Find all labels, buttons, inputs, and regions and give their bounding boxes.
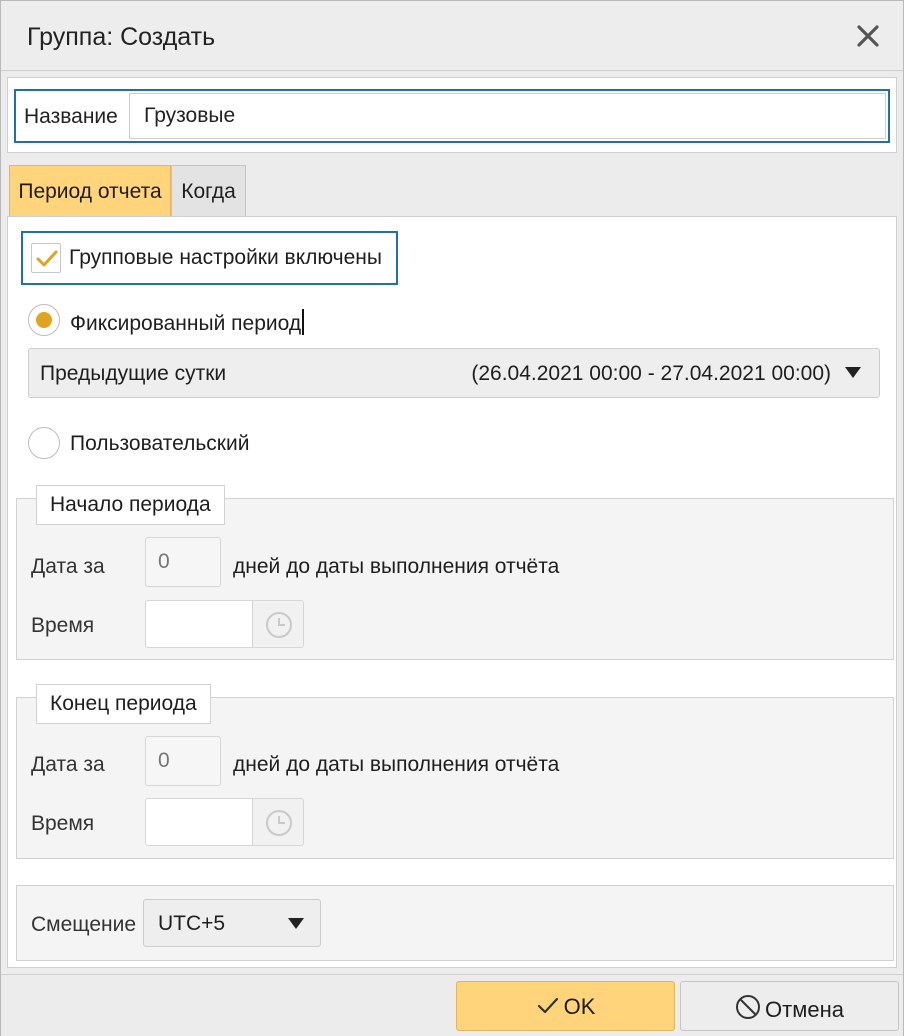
- period-start-time-input[interactable]: [145, 600, 253, 648]
- cancel-button-content: Отмена: [681, 994, 898, 1023]
- period-start-legend: Начало периода: [36, 485, 225, 525]
- group-settings-checkbox-row[interactable]: Групповые настройки включены: [21, 231, 398, 285]
- period-start-time-button[interactable]: [252, 600, 304, 648]
- period-end-date-label: Дата за: [31, 753, 105, 776]
- period-end-days-input[interactable]: [145, 736, 221, 786]
- period-start-days-input[interactable]: [145, 537, 221, 587]
- tab-when[interactable]: Когда: [171, 165, 246, 217]
- check-icon: [537, 997, 558, 1014]
- fixed-period-label: Фиксированный период: [70, 309, 305, 336]
- dialog-footer: OK Отмена: [1, 974, 903, 1036]
- fixed-period-radio[interactable]: [28, 304, 60, 336]
- period-end-days-text: дней до даты выполнения отчёта: [233, 753, 560, 776]
- period-start-date-label: Дата за: [31, 555, 105, 578]
- offset-select[interactable]: UTC+5: [143, 899, 321, 947]
- fixed-period-select-value: Предыдущие сутки: [40, 362, 227, 385]
- ok-button-content: OK: [457, 994, 674, 1020]
- group-settings-label: Групповые настройки включены: [69, 246, 382, 269]
- clock-icon: [266, 810, 292, 836]
- offset-panel: Смещение UTC+5: [16, 885, 894, 961]
- dropdown-arrow-icon: [288, 918, 304, 929]
- cancel-icon: [736, 995, 761, 1019]
- name-panel: Название: [7, 77, 897, 153]
- custom-period-radio[interactable]: [28, 427, 60, 459]
- dialog-title: Группа: Создать: [27, 23, 216, 51]
- close-button[interactable]: [851, 19, 885, 53]
- period-end-time-button[interactable]: [252, 798, 304, 846]
- dropdown-arrow-icon: [845, 367, 861, 378]
- dialog-titlebar: Группа: Создать: [1, 1, 903, 71]
- period-start-days-text: дней до даты выполнения отчёта: [233, 555, 560, 578]
- radio-selected-dot: [36, 312, 52, 328]
- period-end-group: Конец периода Дата за дней до даты выпол…: [16, 684, 894, 859]
- period-start-time-label: Время: [31, 614, 95, 637]
- offset-select-value: UTC+5: [158, 912, 226, 935]
- custom-period-label: Пользовательский: [70, 432, 250, 455]
- name-field-group: Название: [14, 89, 890, 143]
- tab-report-period[interactable]: Период отчета: [9, 165, 171, 217]
- period-end-time-label: Время: [31, 812, 95, 835]
- close-icon: [857, 25, 879, 47]
- cancel-button[interactable]: Отмена: [680, 981, 899, 1031]
- text-caret: [302, 309, 305, 335]
- fixed-period-select-range: (26.04.2021 00:00 - 27.04.2021 00:00): [471, 362, 831, 385]
- group-settings-checkbox[interactable]: [31, 243, 61, 273]
- fixed-period-select[interactable]: Предыдущие сутки (26.04.2021 00:00 - 27.…: [28, 348, 880, 398]
- clock-icon: [266, 612, 292, 638]
- offset-label: Смещение: [31, 913, 137, 936]
- group-create-dialog: Группа: Создать Название Период отчета К…: [0, 0, 904, 1036]
- cancel-button-label: Отмена: [765, 997, 844, 1022]
- period-end-legend: Конец периода: [36, 684, 211, 724]
- ok-button-label: OK: [563, 994, 596, 1019]
- name-label: Название: [24, 105, 118, 128]
- ok-button[interactable]: OK: [456, 981, 675, 1031]
- period-end-time-input[interactable]: [145, 798, 253, 846]
- period-start-group: Начало периода Дата за дней до даты выпо…: [16, 485, 894, 660]
- name-input[interactable]: [129, 93, 886, 139]
- check-icon: [36, 250, 58, 267]
- tab-content-report-period: Групповые настройки включены Фиксированн…: [7, 216, 897, 968]
